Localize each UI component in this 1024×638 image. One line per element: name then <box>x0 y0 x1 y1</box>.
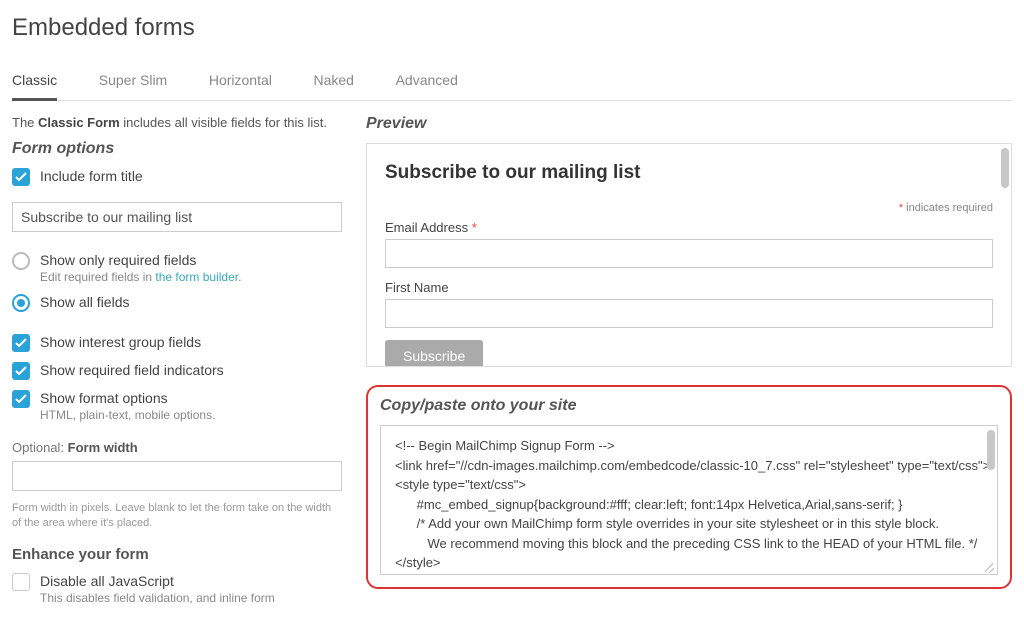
check-icon <box>15 338 27 348</box>
form-width-helper: Form width in pixels. Leave blank to let… <box>12 501 342 532</box>
code-section: Copy/paste onto your site <!-- Begin Mai… <box>366 385 1012 589</box>
tab-classic[interactable]: Classic <box>12 64 57 101</box>
show-all-label: Show all fields <box>40 294 342 310</box>
intro-text: The Classic Form includes all visible fi… <box>12 115 342 130</box>
check-icon <box>15 172 27 182</box>
required-only-radio[interactable] <box>12 252 30 270</box>
option-interest-groups: Show interest group fields <box>12 334 342 352</box>
resize-handle-icon[interactable] <box>983 560 995 572</box>
check-icon <box>15 394 27 404</box>
left-column: The Classic Form includes all visible fi… <box>12 115 342 615</box>
format-options-label: Show format options <box>40 390 342 406</box>
subscribe-button[interactable]: Subscribe <box>385 340 483 367</box>
form-title-input[interactable] <box>12 202 342 232</box>
format-options-sublabel: HTML, plain-text, mobile options. <box>40 408 342 422</box>
option-include-title: Include form title <box>12 168 342 186</box>
option-format-options: Show format options HTML, plain-text, mo… <box>12 390 342 422</box>
required-only-sub-prefix: Edit required fields in <box>40 270 155 284</box>
preview-scrollbar[interactable] <box>1001 148 1009 188</box>
preview-heading: Preview <box>366 115 1012 133</box>
required-only-sublabel: Edit required fields in the form builder… <box>40 270 342 284</box>
disable-js-checkbox[interactable] <box>12 573 30 591</box>
form-options-heading: Form options <box>12 140 342 158</box>
disable-js-sublabel: This disables field validation, and inli… <box>40 591 342 605</box>
required-only-label: Show only required fields <box>40 252 342 268</box>
disable-js-label: Disable all JavaScript <box>40 573 342 589</box>
option-required-only: Show only required fields Edit required … <box>12 252 342 284</box>
form-width-bold: Form width <box>68 440 138 455</box>
tab-horizontal[interactable]: Horizontal <box>209 64 272 98</box>
interest-groups-checkbox[interactable] <box>12 334 30 352</box>
intro-prefix: The <box>12 115 38 130</box>
option-disable-js: Disable all JavaScript This disables fie… <box>12 573 342 605</box>
preview-pane: Subscribe to our mailing list * indicate… <box>366 143 1012 367</box>
right-column: Preview Subscribe to our mailing list * … <box>366 115 1012 615</box>
option-show-all: Show all fields <box>12 294 342 312</box>
required-indicators-label: Show required field indicators <box>40 362 342 378</box>
show-all-radio[interactable] <box>12 294 30 312</box>
code-textarea[interactable]: <!-- Begin MailChimp Signup Form --> <li… <box>380 425 998 575</box>
tabs-bar: Classic Super Slim Horizontal Naked Adva… <box>12 64 1012 101</box>
intro-suffix: includes all visible fields for this lis… <box>120 115 327 130</box>
option-required-indicators: Show required field indicators <box>12 362 342 380</box>
form-width-input[interactable] <box>12 461 342 491</box>
required-note-text: indicates required <box>906 202 993 214</box>
code-heading: Copy/paste onto your site <box>380 397 998 415</box>
interest-groups-label: Show interest group fields <box>40 334 342 350</box>
code-scrollbar[interactable] <box>987 430 995 470</box>
email-input[interactable] <box>385 239 993 268</box>
preview-form-title: Subscribe to our mailing list <box>385 162 993 184</box>
enhance-heading: Enhance your form <box>12 546 342 563</box>
tab-super-slim[interactable]: Super Slim <box>99 64 167 98</box>
include-title-label: Include form title <box>40 168 342 184</box>
firstname-input[interactable] <box>385 299 993 328</box>
check-icon <box>15 366 27 376</box>
tab-advanced[interactable]: Advanced <box>396 64 458 98</box>
form-builder-link[interactable]: the form builder <box>155 270 238 284</box>
include-title-checkbox[interactable] <box>12 168 30 186</box>
required-note: * indicates required <box>385 202 993 214</box>
intro-bold: Classic Form <box>38 115 120 130</box>
email-label: Email Address * <box>385 220 993 235</box>
firstname-label: First Name <box>385 280 993 295</box>
code-content: <!-- Begin MailChimp Signup Form --> <li… <box>395 438 990 575</box>
form-width-label: Optional: Form width <box>12 440 342 455</box>
asterisk-icon: * <box>472 220 477 235</box>
form-width-prefix: Optional: <box>12 440 68 455</box>
asterisk-icon: * <box>899 202 903 214</box>
tab-naked[interactable]: Naked <box>314 64 354 98</box>
page-title: Embedded forms <box>12 14 1012 42</box>
required-only-sub-suffix: . <box>238 270 241 284</box>
format-options-checkbox[interactable] <box>12 390 30 408</box>
required-indicators-checkbox[interactable] <box>12 362 30 380</box>
